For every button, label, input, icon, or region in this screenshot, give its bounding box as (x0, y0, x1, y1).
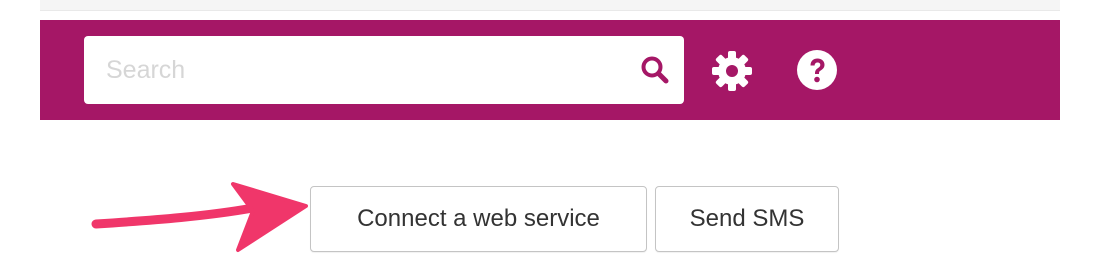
search-icon[interactable] (640, 55, 670, 85)
search-input[interactable] (84, 36, 614, 104)
toolbar (40, 20, 1060, 120)
question-circle-icon[interactable] (795, 48, 839, 92)
connect-web-service-button[interactable]: Connect a web service (310, 186, 647, 252)
annotation-arrow (91, 182, 308, 252)
gear-icon[interactable] (710, 49, 754, 93)
search-box (84, 36, 684, 104)
send-sms-button[interactable]: Send SMS (655, 186, 839, 252)
top-strip (40, 0, 1060, 11)
page: Connect a web service Send SMS (0, 0, 1094, 262)
